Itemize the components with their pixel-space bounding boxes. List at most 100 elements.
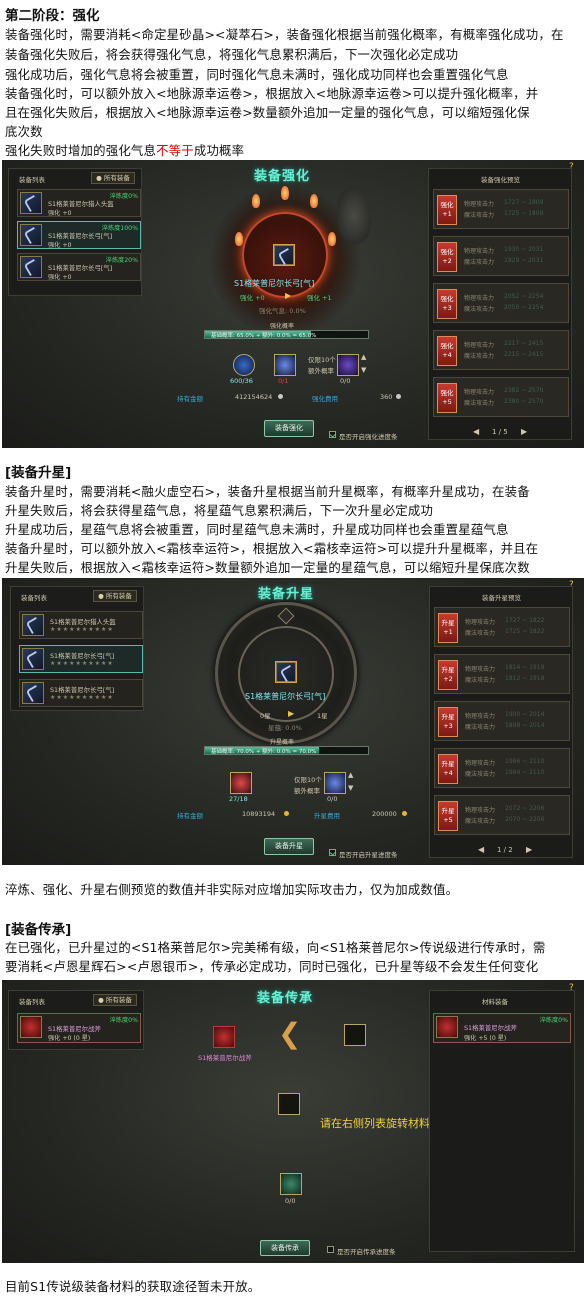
gem-icon[interactable] <box>274 354 296 376</box>
level-badge: 强化 +1 <box>437 195 457 225</box>
rate-text: 基础概率: 65.0% + 额外: 0.0% = 65.0% <box>211 333 317 339</box>
bow-icon <box>274 245 295 266</box>
auto-checkbox[interactable] <box>329 431 336 438</box>
equip-slot[interactable] <box>273 244 295 266</box>
list-item-selected[interactable]: S1格莱普尼尔长弓[气] ★★★★★★★★★★ <box>19 645 143 673</box>
all-equipment-tab[interactable]: ● 所有装备 <box>93 590 137 602</box>
target-slot[interactable] <box>344 1024 366 1046</box>
enhance-button[interactable]: 装备强化 <box>264 420 314 437</box>
material-item[interactable]: 淬炼度0% S1格莱普尼尔战斧 强化 +5 (0 星) <box>433 1013 571 1043</box>
stat-label: 物理攻击力 <box>465 666 496 673</box>
list-item-selected[interactable]: 淬炼度100% S1格莱普尼尔长弓[气] 强化 +0 <box>17 221 141 249</box>
pager: 1 / 2 <box>497 846 513 854</box>
material-title: 材料装备 <box>482 998 508 1006</box>
list-item[interactable]: 淬炼度0% S1格莱普尼尔战斧 强化 +0 (0 星) <box>17 1013 141 1043</box>
stat-label: 物理攻击力 <box>465 713 496 720</box>
equip-name: S1格莱普尼尔长弓[气] <box>234 279 315 288</box>
axe-icon <box>436 1016 458 1038</box>
item-name: S1格莱普尼尔战斧 <box>464 1024 517 1032</box>
prev-page-icon[interactable]: ◀ <box>473 427 479 436</box>
stat-value: 1986 ~ 2110 <box>505 758 545 765</box>
next-page-icon[interactable]: ▶ <box>521 427 527 436</box>
stat-label: 物理攻击力 <box>465 807 496 814</box>
plus-icon[interactable]: ▲ <box>361 353 366 361</box>
to-level: 强化 +1 <box>307 294 332 302</box>
list-item[interactable]: 淬炼度0% S1格莱普尼尔猎人头盔 强化 +0 <box>17 189 141 217</box>
text-line: 升星失败后，将会获得星蕴气息，将星蕴气息累积满后，下一次升星必定成功 <box>5 503 434 518</box>
stage2-heading: 第二阶段：强化 <box>5 8 100 24</box>
auto-label: 是否开启强化进度条 <box>339 433 398 441</box>
next-page-icon[interactable]: ▶ <box>526 845 532 854</box>
auto-label: 是否开启升星进度条 <box>339 851 398 859</box>
preview-card: 强化 +3 物理攻击力 2052 ~ 2254 魔法攻击力 2050 ~ 2254 <box>433 283 569 323</box>
stat-value: 1812 ~ 1918 <box>505 675 545 682</box>
luck-limit-label: 仅限10个 <box>294 776 322 784</box>
helmet-icon <box>22 614 44 636</box>
stat-value: 1898 ~ 2014 <box>505 722 545 729</box>
rate-text: 基础概率: 70.0% + 额外: 0.0% = 70.0% <box>211 749 317 755</box>
inherit-button[interactable]: 装备传承 <box>260 1240 310 1256</box>
preview-card: 升星 +2 物理攻击力 1814 ~ 1918 魔法攻击力 1812 ~ 1918 <box>434 654 570 694</box>
stat-label: 魔法攻击力 <box>464 400 495 407</box>
equipment-list: 装备列表 ● 所有装备 淬炼度0% S1格莱普尼尔战斧 强化 +0 (0 星) <box>8 990 144 1050</box>
equipment-list: 装备列表 ● 所有装备 S1格莱普尼尔猎人头盔 ★★★★★★★★★★ S1格莱普尼… <box>10 586 144 711</box>
source-name: S1格莱普尼尔战斧 <box>198 1054 252 1062</box>
equipment-list: 装备列表 ● 所有装备 淬炼度0% S1格莱普尼尔猎人头盔 强化 +0 淬炼度100… <box>8 168 142 296</box>
bow-icon <box>276 662 297 683</box>
pager: 1 / 5 <box>492 428 508 436</box>
note-text: 淬炼、强化、升星右侧预览的数值并非实际对应增加实际攻击力，仅为加成数值。 <box>5 882 459 897</box>
arrow-right-icon: ▶ <box>285 291 292 300</box>
mat1-count: 600/36 <box>230 377 253 385</box>
void-stone-icon[interactable] <box>230 772 252 794</box>
text-line: 且在强化失败后，根据放入<地脉源幸运卷>数量额外追加一定量的强化气息，可以缩短强… <box>5 105 530 120</box>
item-tag: 淬炼度0% <box>109 193 138 200</box>
material-count: 0/0 <box>285 1197 296 1205</box>
stat-value: 1929 ~ 2031 <box>504 257 544 264</box>
minus-icon[interactable]: ▼ <box>361 366 366 374</box>
gauge-text: 星蕴: 0.0% <box>268 724 302 732</box>
stat-label: 魔法攻击力 <box>465 724 496 731</box>
prev-page-icon[interactable]: ◀ <box>478 845 484 854</box>
text-line: 装备强化时，需要消耗<命定星砂晶><凝萃石>，装备强化根据当前强化概率，有概率强… <box>5 27 564 42</box>
level-badge: 强化 +5 <box>437 383 457 413</box>
list-item[interactable]: 淬炼度20% S1格莱普尼尔长弓[气] 强化 +0 <box>17 253 141 281</box>
stat-label: 魔法攻击力 <box>464 306 495 313</box>
text-line: 在已强化，已升星过的<S1格莱普尼尔>完美稀有级，向<S1格莱普尼尔>传说级进行… <box>5 940 546 955</box>
list-title: 装备列表 <box>21 594 47 602</box>
list-item[interactable]: S1格莱普尼尔长弓[气] ★★★★★★★★★★ <box>19 679 143 707</box>
all-equipment-tab[interactable]: ● 所有装备 <box>93 994 137 1006</box>
extra-rate-label: 额外概率 <box>294 787 320 795</box>
flame-icon <box>310 194 318 208</box>
warning-text: 不等于 <box>156 143 194 158</box>
item-sub: 强化 +0 <box>48 210 72 217</box>
source-slot[interactable] <box>213 1026 235 1048</box>
all-equipment-tab[interactable]: ● 所有装备 <box>91 172 135 184</box>
item-stars: ★★★★★★★★★★ <box>50 626 114 633</box>
coin-icon <box>284 811 289 816</box>
plus-icon[interactable]: ▲ <box>348 771 353 779</box>
auto-checkbox[interactable] <box>329 849 336 856</box>
stat-value: 2050 ~ 2254 <box>504 304 544 311</box>
material-slot[interactable] <box>278 1093 300 1115</box>
equip-slot[interactable] <box>275 661 297 683</box>
item-sub: 强化 +5 (0 星) <box>464 1035 507 1042</box>
luck-scroll-icon[interactable] <box>337 354 359 376</box>
star-up-button[interactable]: 装备升星 <box>264 838 314 855</box>
bow-icon <box>20 256 42 278</box>
stat-value: 1814 ~ 1918 <box>505 664 545 671</box>
star-sand-icon[interactable] <box>233 354 255 376</box>
list-item[interactable]: S1格莱普尼尔猎人头盔 ★★★★★★★★★★ <box>19 611 143 639</box>
preview-card: 强化 +2 物理攻击力 1930 ~ 2031 魔法攻击力 1929 ~ 2031 <box>433 236 569 276</box>
frost-charm-icon[interactable] <box>324 772 346 794</box>
text-line: 装备强化时，可以额外放入<地脉源幸运卷>，根据放入<地脉源幸运卷>可以提升强化概… <box>5 86 539 101</box>
stat-label: 魔法攻击力 <box>464 212 495 219</box>
stat-label: 魔法攻击力 <box>465 677 496 684</box>
rune-coin-icon[interactable] <box>280 1173 302 1195</box>
stat-label: 魔法攻击力 <box>465 818 496 825</box>
minus-icon[interactable]: ▼ <box>348 784 353 792</box>
rate-bar: 基础概率: 65.0% + 额外: 0.0% = 65.0% <box>204 330 369 339</box>
preview-card: 强化 +1 物理攻击力 1727 ~ 1809 魔法攻击力 1725 ~ 1809 <box>433 189 569 229</box>
star-panel: 装备列表 ● 所有装备 S1格莱普尼尔猎人头盔 ★★★★★★★★★★ S1格莱普尼… <box>2 578 584 865</box>
text-line: 强化失败时增加的强化气息不等于成功概率 <box>5 141 581 160</box>
auto-checkbox[interactable] <box>327 1246 334 1253</box>
